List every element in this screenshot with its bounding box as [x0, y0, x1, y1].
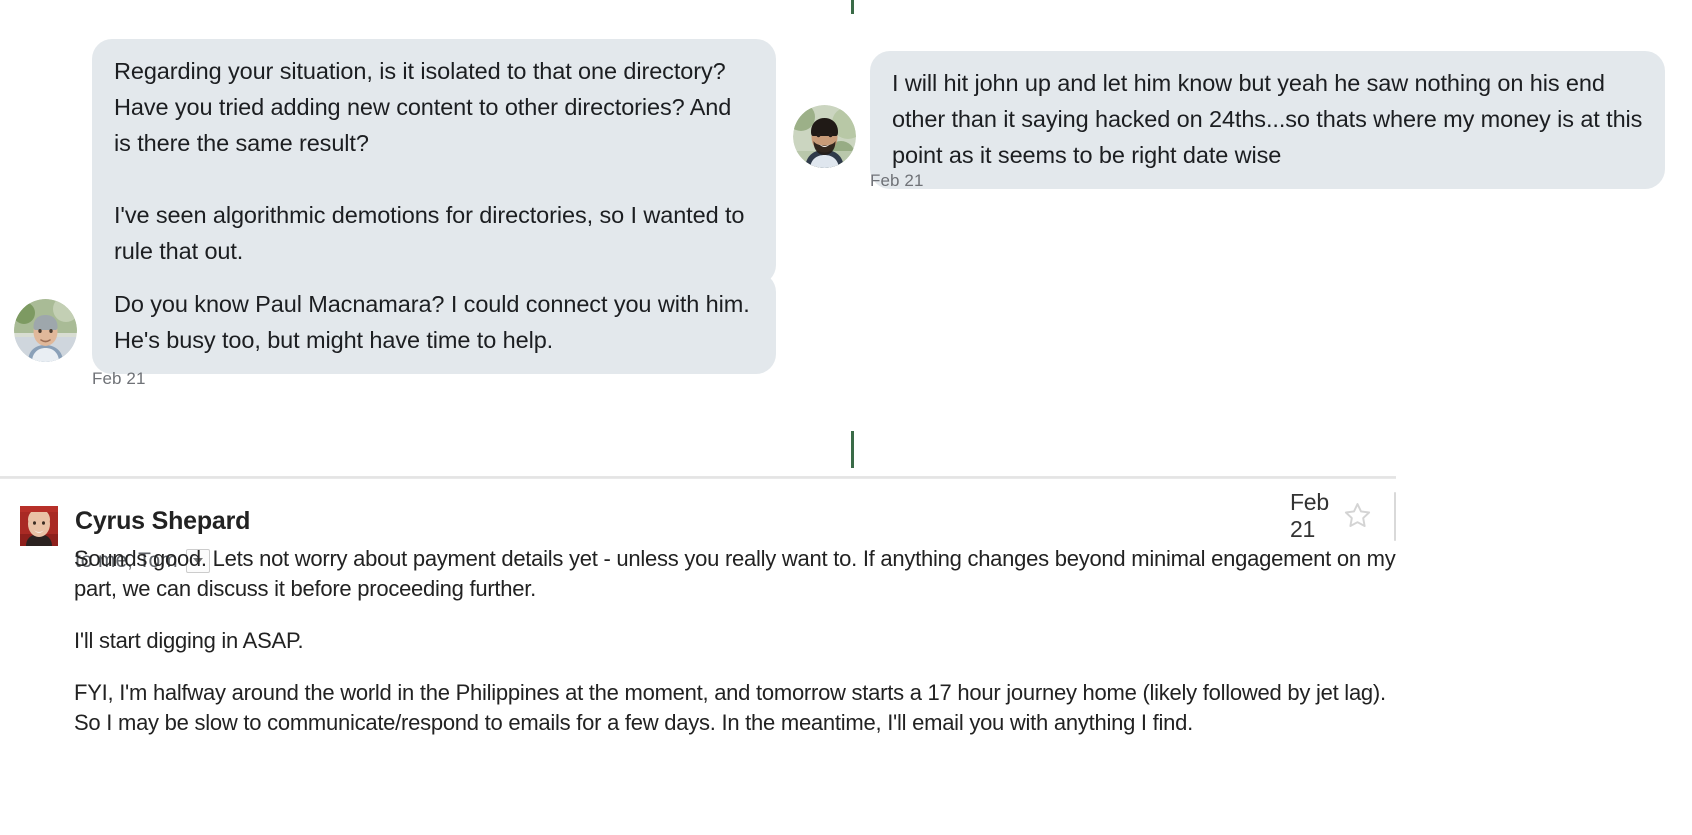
email-body-paragraph: Sounds good. Lets not worry about paymen… [74, 546, 1396, 601]
email-message: Cyrus Shepard to me, Tom Feb 21 Sounds g… [0, 486, 1692, 835]
thread-accent-rule-bottom [851, 431, 854, 468]
email-body-paragraph: I'll start digging in ASAP. [74, 628, 304, 653]
reply-button-group[interactable] [1394, 491, 1396, 541]
chat-message-bubble-incoming: Do you know Paul Macnamara? I could conn… [92, 272, 776, 374]
reply-arrow-icon[interactable] [1395, 493, 1396, 540]
email-date: Feb 21 [1289, 489, 1329, 542]
star-outline-icon[interactable] [1343, 501, 1372, 531]
chat-timestamp-outgoing: Feb 21 [870, 171, 924, 190]
thread-divider [0, 476, 1396, 479]
avatar-email-sender[interactable] [20, 506, 58, 546]
avatar-outgoing-sender[interactable] [793, 105, 856, 168]
email-sender-name: Cyrus Shepard [75, 507, 251, 535]
email-body: Sounds good. Lets not worry about paymen… [74, 544, 1404, 738]
email-body-paragraph: FYI, I'm halfway around the world in the… [74, 680, 1386, 735]
chat-thread: Regarding your situation, is it isolated… [0, 0, 1692, 477]
chat-message-bubble-incoming: Regarding your situation, is it isolated… [92, 39, 776, 285]
thread-accent-rule-top [851, 0, 854, 14]
chat-message-bubble-outgoing: I will hit john up and let him know but … [870, 51, 1665, 189]
chat-timestamp-incoming: Feb 21 [92, 369, 146, 388]
email-action-bar: Feb 21 [1289, 486, 1692, 546]
avatar-incoming-sender[interactable] [14, 299, 77, 362]
